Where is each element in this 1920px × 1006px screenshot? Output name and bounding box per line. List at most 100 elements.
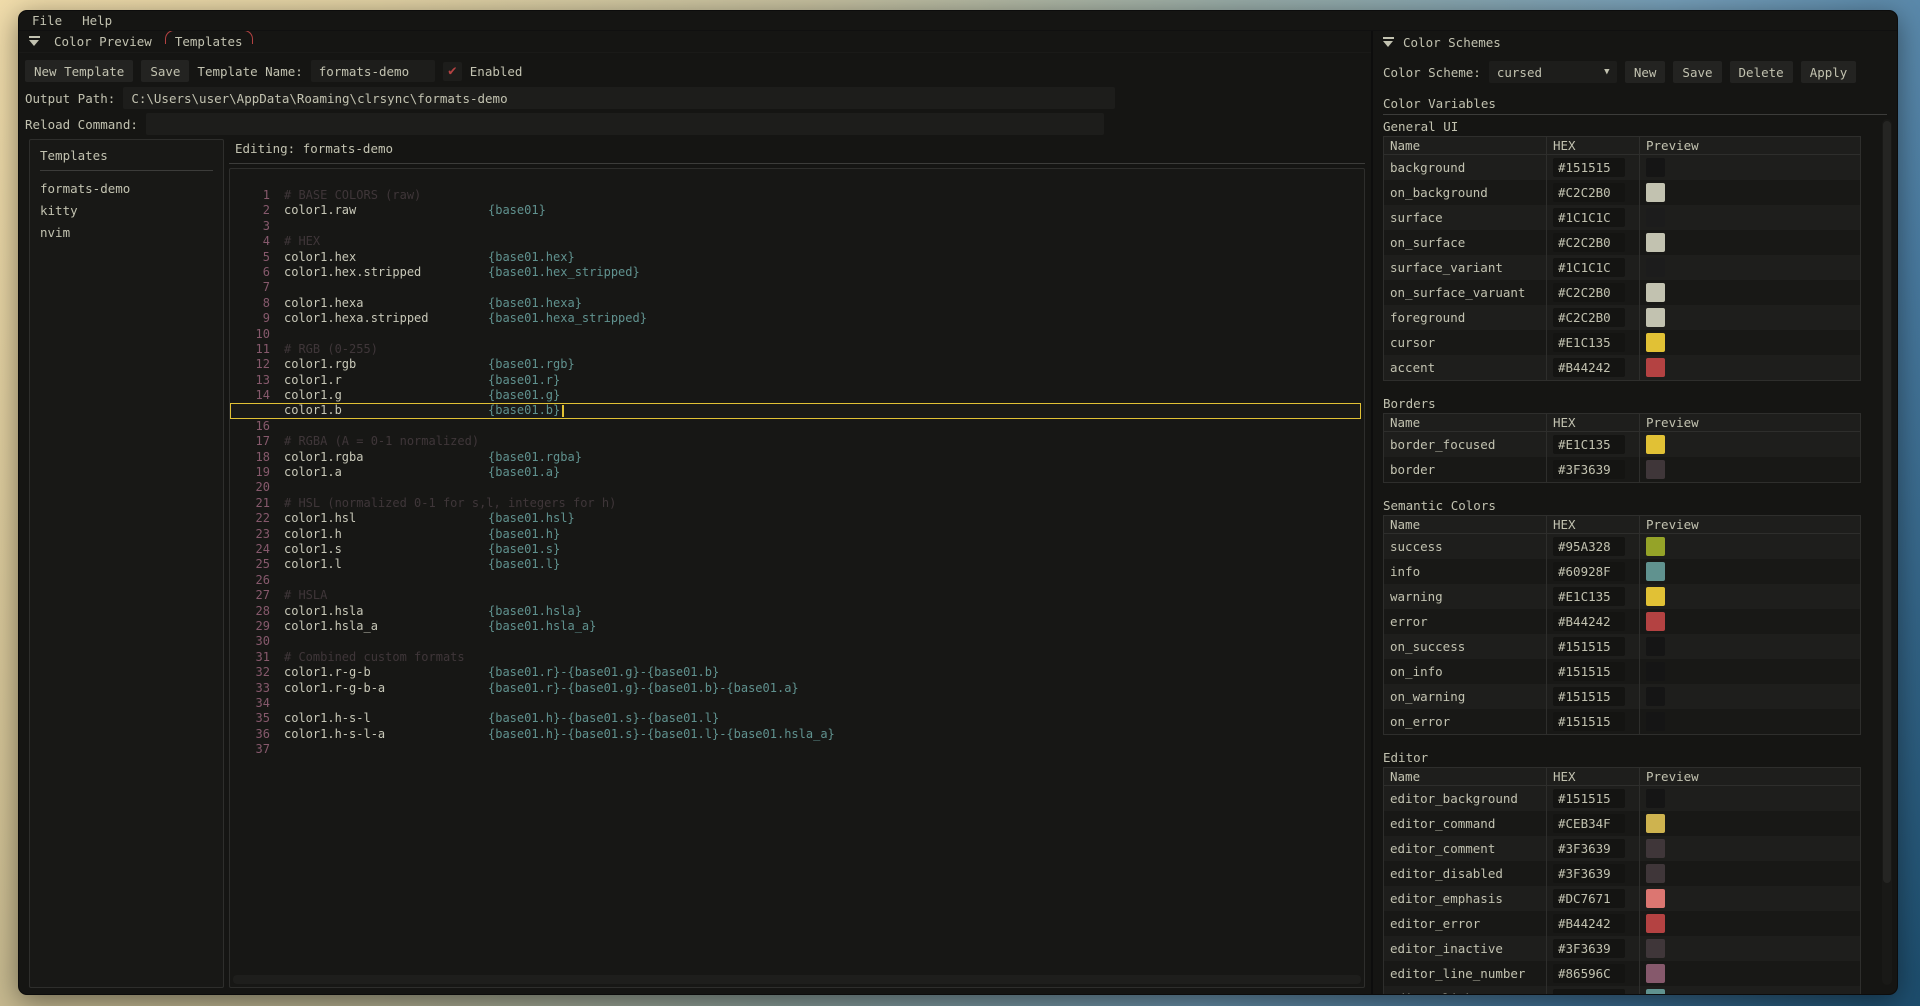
color-swatch[interactable] [1646, 158, 1665, 177]
code-line-28[interactable]: 28color1.hsla{base01.hsla} [230, 604, 1361, 619]
hex-value-input[interactable]: #151515 [1553, 662, 1625, 681]
code-line-2[interactable]: 2color1.raw{base01} [230, 203, 1361, 218]
hex-value-input[interactable]: #B44242 [1553, 358, 1625, 377]
scheme-new-button[interactable]: New [1625, 61, 1666, 83]
color-swatch[interactable] [1646, 460, 1665, 479]
enabled-checkbox[interactable]: ✔ [443, 62, 462, 81]
color-swatch[interactable] [1646, 964, 1665, 983]
hex-value-input[interactable]: #3F3639 [1553, 939, 1625, 958]
hex-value-input[interactable]: #3F3639 [1553, 460, 1625, 479]
hex-value-input[interactable]: #CEB34F [1553, 814, 1625, 833]
color-swatch[interactable] [1646, 562, 1665, 581]
code-line-32[interactable]: 32color1.r-g-b{base01.r}-{base01.g}-{bas… [230, 665, 1361, 680]
color-swatch[interactable] [1646, 283, 1665, 302]
template-list-item-nvim[interactable]: nvim [40, 221, 213, 243]
scheme-save-button[interactable]: Save [1673, 61, 1721, 83]
color-swatch[interactable] [1646, 789, 1665, 808]
hex-value-input[interactable]: #151515 [1553, 687, 1625, 706]
code-line-22[interactable]: 22color1.hsl{base01.hsl} [230, 511, 1361, 526]
code-line-1[interactable]: 1# BASE COLORS (raw) [230, 188, 1361, 203]
code-line-21[interactable]: 21# HSL (normalized 0-1 for s,l, integer… [230, 496, 1361, 511]
hex-value-input[interactable]: #60928F [1553, 562, 1625, 581]
hex-value-input[interactable]: #C2C2B0 [1553, 233, 1625, 252]
hex-value-input[interactable]: #DC7671 [1553, 889, 1625, 908]
color-swatch[interactable] [1646, 435, 1665, 454]
color-swatch[interactable] [1646, 814, 1665, 833]
menu-item-help[interactable]: Help [82, 13, 112, 28]
color-swatch[interactable] [1646, 989, 1665, 995]
code-line-30[interactable]: 30 [230, 634, 1361, 649]
hex-value-input[interactable]: #C2C2B0 [1553, 308, 1625, 327]
code-editor[interactable]: 1# BASE COLORS (raw)2color1.raw{base01}3… [229, 168, 1365, 988]
template-list-item-kitty[interactable]: kitty [40, 199, 213, 221]
code-line-10[interactable]: 10 [230, 327, 1361, 342]
output-path-input[interactable]: C:\Users\user\AppData\Roaming\clrsync\fo… [123, 87, 1115, 109]
code-line-23[interactable]: 23color1.h{base01.h} [230, 527, 1361, 542]
color-swatch[interactable] [1646, 587, 1665, 606]
code-line-15[interactable]: color1.b{base01.b} [230, 403, 1361, 418]
color-swatch[interactable] [1646, 712, 1665, 731]
code-line-18[interactable]: 18color1.rgba{base01.rgba} [230, 450, 1361, 465]
color-swatch[interactable] [1646, 208, 1665, 227]
hex-value-input[interactable]: #151515 [1553, 789, 1625, 808]
color-scheme-select[interactable]: cursed ▼ [1489, 61, 1617, 83]
code-line-19[interactable]: 19color1.a{base01.a} [230, 465, 1361, 480]
code-line-4[interactable]: 4# HEX [230, 234, 1361, 249]
code-line-11[interactable]: 11# RGB (0-255) [230, 342, 1361, 357]
code-line-24[interactable]: 24color1.s{base01.s} [230, 542, 1361, 557]
hex-value-input[interactable]: #B44242 [1553, 612, 1625, 631]
hex-value-input[interactable]: #1C1C1C [1553, 258, 1625, 277]
vertical-scrollbar[interactable] [1882, 119, 1892, 985]
code-line-5[interactable]: 5color1.hex{base01.hex} [230, 250, 1361, 265]
tab-color-preview[interactable]: Color Preview [50, 32, 156, 51]
save-template-button[interactable]: Save [141, 60, 189, 82]
color-swatch[interactable] [1646, 308, 1665, 327]
code-line-3[interactable]: 3 [230, 219, 1361, 234]
hex-value-input[interactable]: #E1C135 [1553, 435, 1625, 454]
scrollbar-thumb[interactable] [1883, 121, 1891, 883]
code-line-33[interactable]: 33color1.r-g-b-a{base01.r}-{base01.g}-{b… [230, 681, 1361, 696]
color-swatch[interactable] [1646, 914, 1665, 933]
scheme-delete-button[interactable]: Delete [1730, 61, 1793, 83]
code-line-37[interactable]: 37 [230, 742, 1361, 757]
hex-value-input[interactable]: #C2C2B0 [1553, 183, 1625, 202]
code-line-12[interactable]: 12color1.rgb{base01.rgb} [230, 357, 1361, 372]
code-line-31[interactable]: 31# Combined custom formats [230, 650, 1361, 665]
hex-value-input[interactable]: #151515 [1553, 158, 1625, 177]
code-line-35[interactable]: 35color1.h-s-l{base01.h}-{base01.s}-{bas… [230, 711, 1361, 726]
new-template-button[interactable]: New Template [25, 60, 133, 82]
scheme-apply-button[interactable]: Apply [1801, 61, 1857, 83]
code-line-9[interactable]: 9color1.hexa.stripped{base01.hexa_stripp… [230, 311, 1361, 326]
hex-value-input[interactable]: #151515 [1553, 637, 1625, 656]
code-line-17[interactable]: 17# RGBA (A = 0-1 normalized) [230, 434, 1361, 449]
color-swatch[interactable] [1646, 864, 1665, 883]
color-swatch[interactable] [1646, 537, 1665, 556]
code-line-29[interactable]: 29color1.hsla_a{base01.hsla_a} [230, 619, 1361, 634]
code-line-8[interactable]: 8color1.hexa{base01.hexa} [230, 296, 1361, 311]
template-list-item-formats-demo[interactable]: formats-demo [40, 177, 213, 199]
code-line-27[interactable]: 27# HSLA [230, 588, 1361, 603]
color-swatch[interactable] [1646, 662, 1665, 681]
horizontal-scrollbar[interactable] [233, 975, 1361, 984]
hex-value-input[interactable]: #1C1C1C [1553, 208, 1625, 227]
hex-value-input[interactable]: #60928F [1553, 989, 1625, 995]
hex-value-input[interactable]: #E1C135 [1553, 587, 1625, 606]
code-line-34[interactable]: 34 [230, 696, 1361, 711]
code-line-14[interactable]: 14color1.g{base01.g} [230, 388, 1361, 403]
color-swatch[interactable] [1646, 333, 1665, 352]
color-swatch[interactable] [1646, 889, 1665, 908]
hex-value-input[interactable]: #B44242 [1553, 914, 1625, 933]
color-swatch[interactable] [1646, 939, 1665, 958]
color-swatch[interactable] [1646, 183, 1665, 202]
color-swatch[interactable] [1646, 233, 1665, 252]
menu-item-file[interactable]: File [32, 13, 62, 28]
collapse-window-icon[interactable] [29, 36, 40, 47]
code-line-25[interactable]: 25color1.l{base01.l} [230, 557, 1361, 572]
collapse-window-icon[interactable] [1383, 37, 1394, 48]
code-line-13[interactable]: 13color1.r{base01.r} [230, 373, 1361, 388]
hex-value-input[interactable]: #3F3639 [1553, 839, 1625, 858]
color-swatch[interactable] [1646, 839, 1665, 858]
code-line-26[interactable]: 26 [230, 573, 1361, 588]
hex-value-input[interactable]: #86596C [1553, 964, 1625, 983]
code-line-6[interactable]: 6color1.hex.stripped{base01.hex_stripped… [230, 265, 1361, 280]
